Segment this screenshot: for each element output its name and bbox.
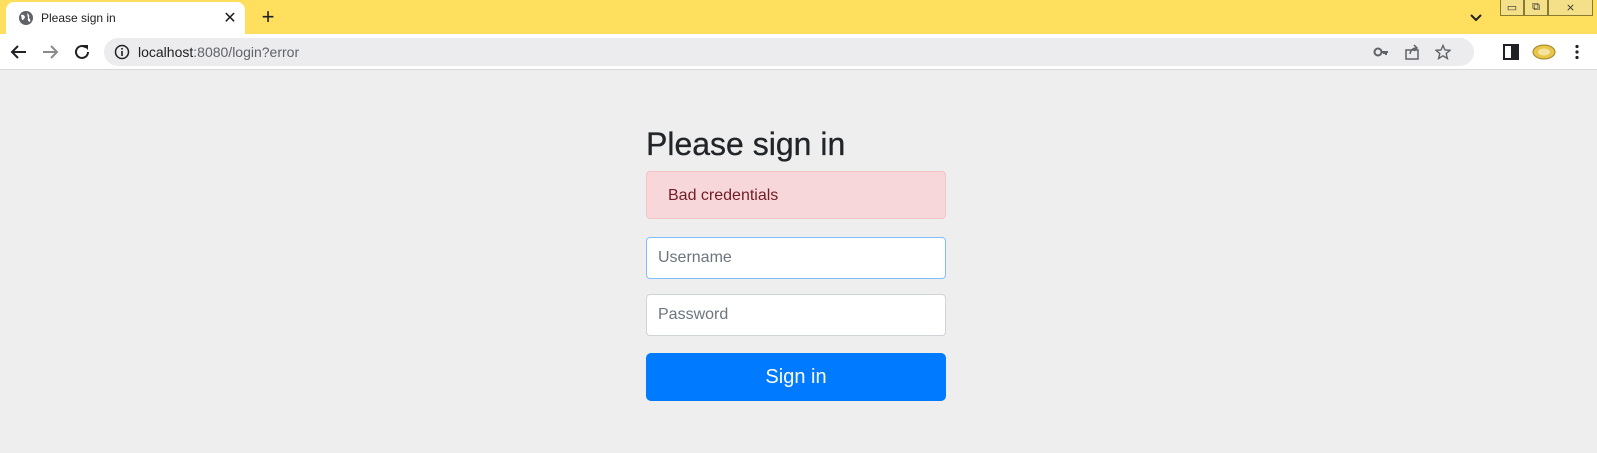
page-content: Please sign in Bad credentials Sign in — [0, 70, 1597, 453]
back-button[interactable] — [8, 41, 30, 63]
error-alert: Bad credentials — [646, 171, 946, 219]
window-close-button[interactable]: ⨯ — [1548, 0, 1593, 16]
url-host: localhost — [138, 44, 194, 60]
globe-icon — [19, 11, 33, 25]
arrow-right-icon — [43, 45, 59, 59]
star-icon[interactable] — [1435, 44, 1451, 60]
info-icon[interactable] — [114, 44, 130, 60]
browser-toolbar: localhost:8080/login?error — [0, 34, 1597, 70]
minimize-button[interactable]: ▭ — [1500, 0, 1524, 16]
error-alert-text: Bad credentials — [668, 187, 779, 204]
username-input[interactable] — [646, 237, 946, 279]
sign-in-button[interactable]: Sign in — [646, 353, 946, 401]
page-title: Please sign in — [646, 126, 846, 162]
new-tab-button[interactable]: + — [257, 4, 279, 29]
url-text[interactable]: localhost:8080/login?error — [138, 44, 299, 60]
chevron-down-icon[interactable] — [1466, 8, 1486, 28]
password-input[interactable] — [646, 294, 946, 336]
tab-please-sign-in[interactable]: Please sign in ✕ — [6, 2, 245, 34]
tab-title: Please sign in — [41, 11, 116, 25]
tab-strip: Please sign in ✕ + ▭ ⧉ ⨯ — [0, 0, 1597, 34]
share-icon[interactable] — [1404, 44, 1420, 60]
forward-button[interactable] — [39, 41, 61, 63]
side-panel-icon[interactable] — [1502, 43, 1520, 61]
reload-button[interactable] — [71, 41, 93, 63]
key-icon[interactable] — [1373, 44, 1389, 60]
more-menu-icon[interactable] — [1568, 43, 1586, 61]
close-tab-icon[interactable]: ✕ — [220, 8, 240, 28]
url-path: :8080/login?error — [193, 44, 300, 60]
extension-icon[interactable] — [1532, 43, 1556, 61]
address-bar[interactable]: localhost:8080/login?error — [104, 38, 1474, 66]
reload-icon — [75, 44, 89, 59]
window-controls: ▭ ⧉ ⨯ — [1500, 0, 1597, 16]
restore-button[interactable]: ⧉ — [1524, 0, 1548, 16]
arrow-left-icon — [10, 45, 26, 59]
